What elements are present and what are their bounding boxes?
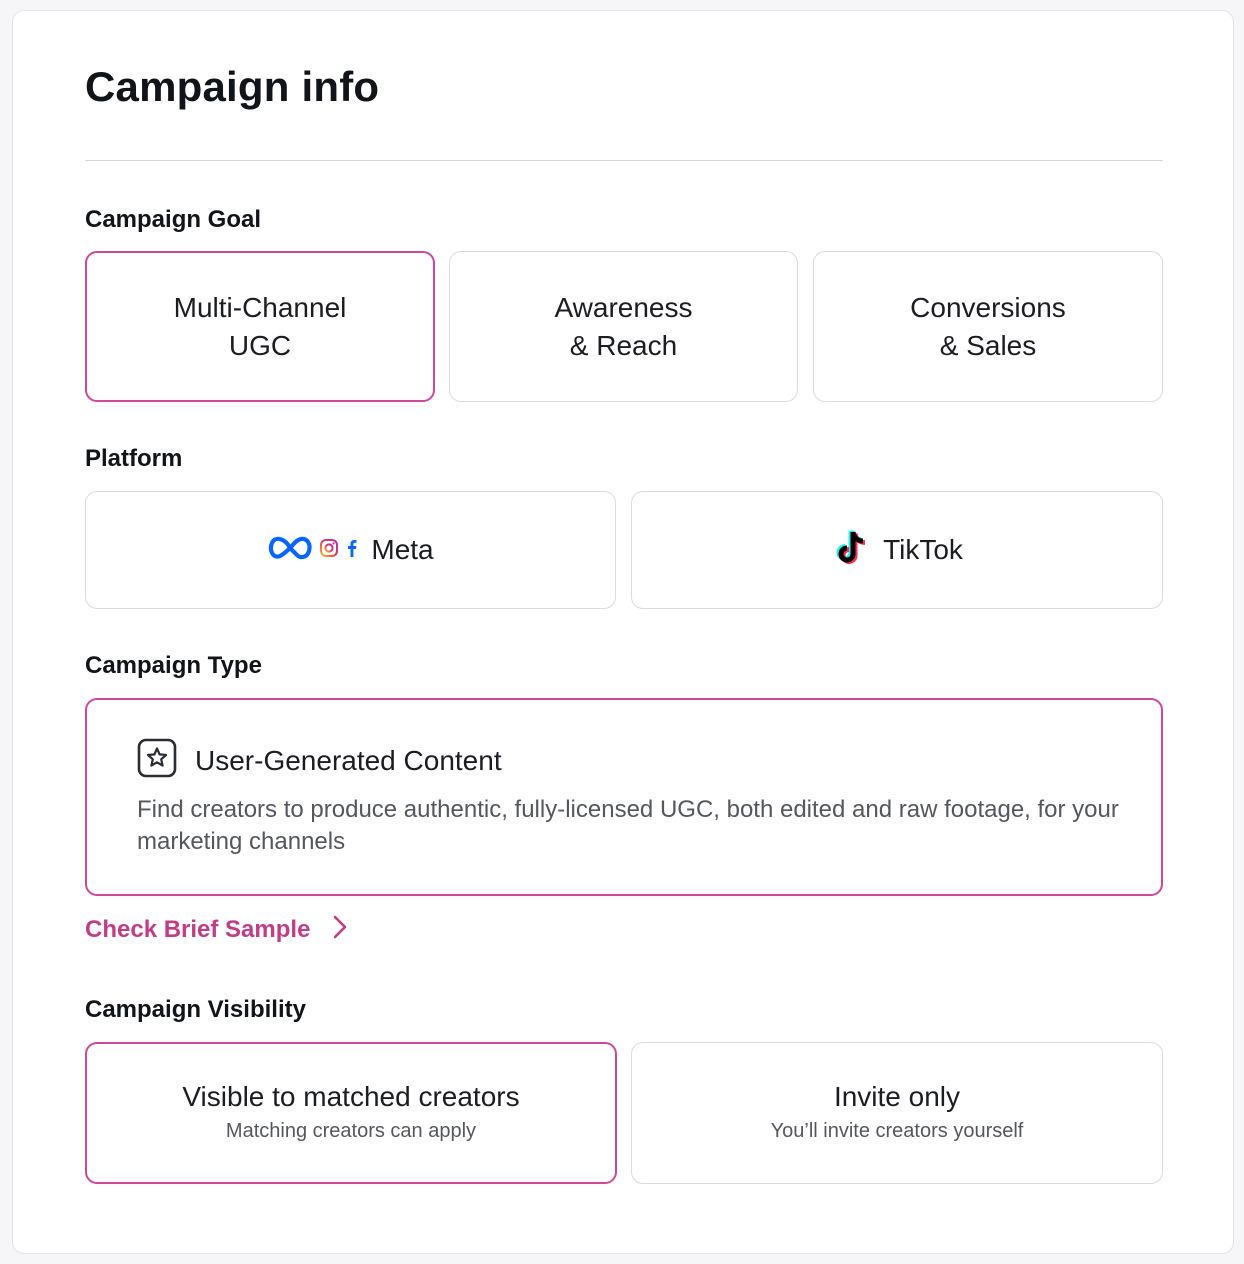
goal-option-multi-channel-ugc[interactable]: Multi-Channel UGC: [85, 251, 435, 402]
instagram-icon: [319, 538, 339, 563]
campaign-type-label: Campaign Type: [85, 652, 262, 679]
visibility-option-subtitle: Matching creators can apply: [225, 1120, 477, 1142]
goal-option-line2: & Reach: [569, 329, 678, 361]
visibility-option-invite-only[interactable]: Invite only You’ll invite creators yours…: [631, 1042, 1163, 1184]
tiktok-logo-icon: [831, 526, 871, 575]
campaign-type-header: User-Generated Content: [137, 738, 502, 783]
page-title: Campaign info: [85, 63, 380, 110]
visibility-option-subtitle: You’ll invite creators yourself: [770, 1120, 1024, 1142]
goal-option-conversions-sales[interactable]: Conversions & Sales: [813, 251, 1163, 402]
goal-option-line2: & Sales: [939, 329, 1037, 361]
goal-option-text: Conversions & Sales: [878, 289, 1098, 365]
visibility-option-matched-creators[interactable]: Visible to matched creators Matching cre…: [85, 1042, 617, 1184]
platform-option-tiktok[interactable]: TikTok: [631, 491, 1163, 609]
meta-icons: [267, 534, 359, 567]
platform-option-meta[interactable]: Meta: [85, 491, 616, 609]
check-brief-sample-link[interactable]: Check Brief Sample: [85, 914, 348, 945]
platform-name: TikTok: [883, 534, 963, 565]
star-badge-icon: [137, 738, 177, 783]
goal-option-line1: Conversions: [910, 291, 1066, 323]
goal-option-line1: Awareness: [554, 291, 693, 323]
facebook-icon: [345, 538, 359, 563]
goal-option-awareness-reach[interactable]: Awareness & Reach: [449, 251, 798, 402]
visibility-option-content: Visible to matched creators Matching cre…: [182, 1080, 519, 1146]
platform-option-content: TikTok: [831, 526, 963, 575]
campaign-type-ugc-card[interactable]: User-Generated Content Find creators to …: [85, 698, 1163, 896]
visibility-option-title: Visible to matched creators: [182, 1081, 520, 1112]
visibility-option-title: Invite only: [833, 1081, 961, 1112]
campaign-type-description: Find creators to produce authentic, full…: [137, 796, 1119, 855]
platform-label: Platform: [85, 445, 183, 472]
campaign-visibility-label: Campaign Visibility: [85, 996, 306, 1023]
divider: [85, 160, 1163, 161]
goal-option-line2: UGC: [228, 329, 292, 361]
meta-logo-icon: [267, 534, 313, 567]
chevron-right-icon: [332, 914, 348, 945]
platform-option-content: Meta: [267, 534, 434, 567]
campaign-info-card: Campaign info Campaign Goal Multi-Channe…: [12, 10, 1234, 1254]
goal-option-line1: Multi-Channel: [173, 291, 347, 323]
platform-name: Meta: [371, 534, 434, 565]
campaign-type-title: User-Generated Content: [195, 744, 502, 776]
goal-option-text: Awareness & Reach: [514, 289, 734, 365]
visibility-option-content: Invite only You’ll invite creators yours…: [771, 1080, 1024, 1146]
campaign-goal-label: Campaign Goal: [85, 206, 262, 233]
goal-option-text: Multi-Channel UGC: [150, 289, 370, 365]
check-brief-sample-label: Check Brief Sample: [85, 915, 311, 943]
